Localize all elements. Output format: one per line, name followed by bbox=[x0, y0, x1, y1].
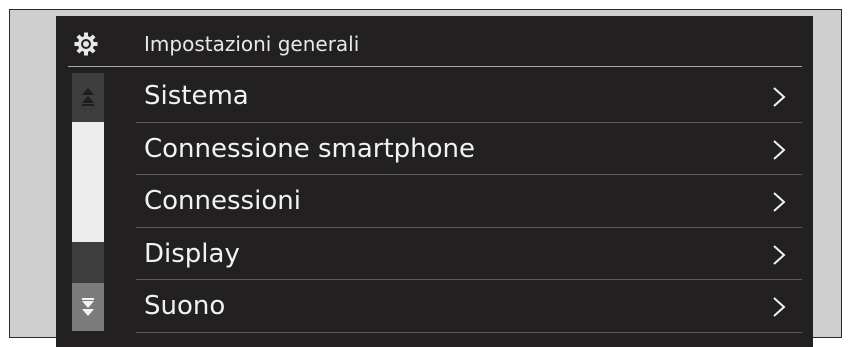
menu-item-label: Suono bbox=[144, 291, 226, 321]
scrollbar[interactable] bbox=[72, 73, 104, 331]
menu-item-label: Connessione smartphone bbox=[144, 133, 476, 164]
page-title: Impostazioni generali bbox=[144, 32, 360, 56]
menu-item-label: Sistema bbox=[144, 81, 249, 111]
chevron-right-icon bbox=[773, 297, 786, 317]
double-chevron-down-icon bbox=[82, 298, 94, 316]
menu-item-display[interactable]: Display bbox=[136, 228, 802, 280]
scroll-up-button[interactable] bbox=[72, 73, 104, 121]
menu-item-connessioni[interactable]: Connessioni bbox=[136, 175, 802, 228]
header-divider bbox=[68, 66, 802, 67]
menu-item-sistema[interactable]: Sistema bbox=[136, 70, 802, 123]
menu-item-suono[interactable]: Suono bbox=[136, 280, 802, 333]
chevron-right-icon bbox=[773, 139, 786, 160]
infotainment-screen: Impostazioni generali Sistema Connession… bbox=[56, 16, 813, 347]
chevron-right-icon bbox=[773, 87, 786, 107]
screen-header: Impostazioni generali bbox=[56, 16, 813, 67]
scroll-thumb[interactable] bbox=[72, 122, 104, 242]
chevron-right-icon bbox=[773, 192, 786, 212]
menu-item-connessione-smartphone[interactable]: Connessione smartphone bbox=[136, 123, 802, 175]
settings-menu: Sistema Connessione smartphone Connessio… bbox=[136, 70, 802, 333]
gear-icon bbox=[74, 32, 98, 56]
double-chevron-up-icon bbox=[82, 88, 94, 106]
chevron-right-icon bbox=[773, 244, 786, 265]
menu-item-label: Connessioni bbox=[144, 186, 301, 216]
menu-item-label: Display bbox=[144, 238, 240, 269]
scroll-down-button[interactable] bbox=[72, 283, 104, 331]
